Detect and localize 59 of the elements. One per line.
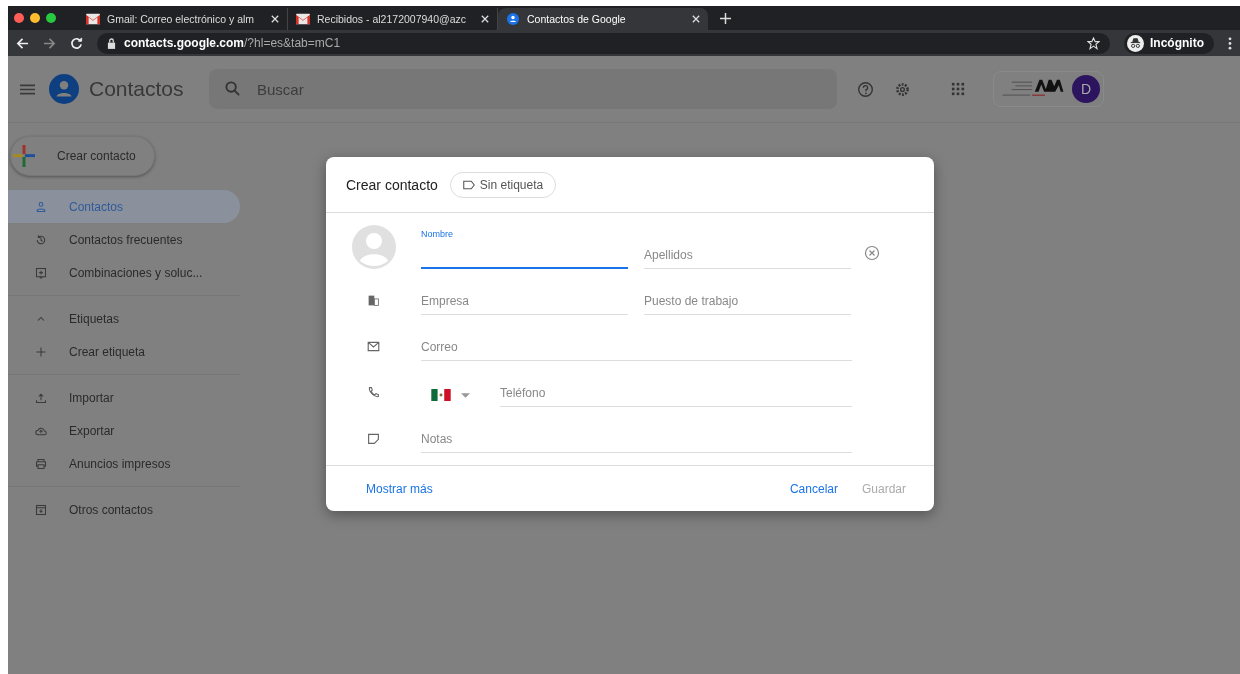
plus-icon — [13, 145, 35, 167]
person-icon — [35, 200, 47, 213]
field-label: Nombre — [421, 229, 453, 239]
clear-icon[interactable] — [864, 245, 880, 261]
search-field[interactable]: Buscar — [209, 69, 837, 109]
account-avatar[interactable]: D — [1072, 75, 1100, 103]
tab-title: Gmail: Correo electrónico y alm — [107, 13, 256, 25]
close-icon[interactable] — [692, 15, 700, 23]
sidebar-item[interactable]: Contactos — [8, 190, 240, 223]
printer-icon — [35, 457, 47, 470]
building-icon — [367, 294, 380, 307]
new-tab-icon[interactable] — [720, 13, 731, 24]
sidebar-item[interactable]: Otros contactos — [8, 493, 240, 526]
search-icon — [225, 81, 240, 96]
archive-icon — [35, 503, 47, 516]
lock-icon — [107, 37, 116, 49]
show-more-link[interactable]: Mostrar más — [366, 481, 778, 496]
tab-title: Recibidos - al2172007940@azc — [317, 13, 467, 25]
tab-title: Contactos de Google — [527, 13, 627, 25]
close-icon[interactable] — [271, 15, 279, 23]
create-contact-button[interactable]: Crear contacto — [10, 136, 155, 176]
mail-icon — [86, 13, 100, 25]
upload-icon — [35, 391, 47, 404]
sidebar-item[interactable]: Combinaciones y soluc... — [8, 256, 240, 289]
incognito-button[interactable]: Incógnito — [1124, 32, 1214, 54]
add-box-icon — [35, 266, 47, 279]
star-icon[interactable] — [1087, 36, 1100, 50]
person-icon — [506, 13, 520, 25]
apps-grid-icon[interactable] — [951, 82, 965, 96]
settings-icon[interactable] — [894, 80, 911, 98]
history-icon — [35, 233, 47, 246]
person-icon — [49, 74, 79, 104]
caret-icon — [461, 392, 470, 398]
reload-icon[interactable] — [70, 36, 83, 50]
sidebar-item[interactable]: Exportar — [8, 414, 240, 447]
dialog-title: Crear contacto — [346, 176, 438, 193]
sidebar-item[interactable]: Etiquetas — [8, 302, 240, 335]
back-icon[interactable] — [16, 36, 29, 50]
forward-icon[interactable] — [43, 36, 56, 50]
incognito-icon — [1127, 34, 1144, 52]
label-icon — [462, 179, 475, 190]
mail-icon — [296, 13, 310, 25]
address-bar[interactable]: contacts.google.com/?hl=es&tab=mC1 — [97, 32, 1110, 54]
note-icon — [367, 432, 380, 445]
window-controls-icon[interactable] — [14, 13, 56, 23]
close-icon[interactable] — [481, 15, 489, 23]
sidebar-item[interactable]: Contactos frecuentes — [8, 223, 240, 256]
menu-icon[interactable] — [1228, 36, 1232, 50]
flag-icon — [431, 389, 451, 401]
label-chip[interactable]: Sin etiqueta — [449, 171, 557, 198]
plus-icon — [35, 345, 47, 358]
sidebar-item[interactable]: Anuncios impresos — [8, 447, 240, 480]
help-icon[interactable] — [857, 80, 874, 98]
app-title: Contactos — [89, 77, 185, 101]
sidebar-item[interactable]: Crear etiqueta — [8, 335, 240, 368]
browser-tab[interactable]: Contactos de Google — [498, 8, 708, 30]
mail-icon — [367, 340, 380, 353]
phone-icon — [367, 386, 380, 399]
sidebar-item[interactable]: Importar — [8, 381, 240, 414]
